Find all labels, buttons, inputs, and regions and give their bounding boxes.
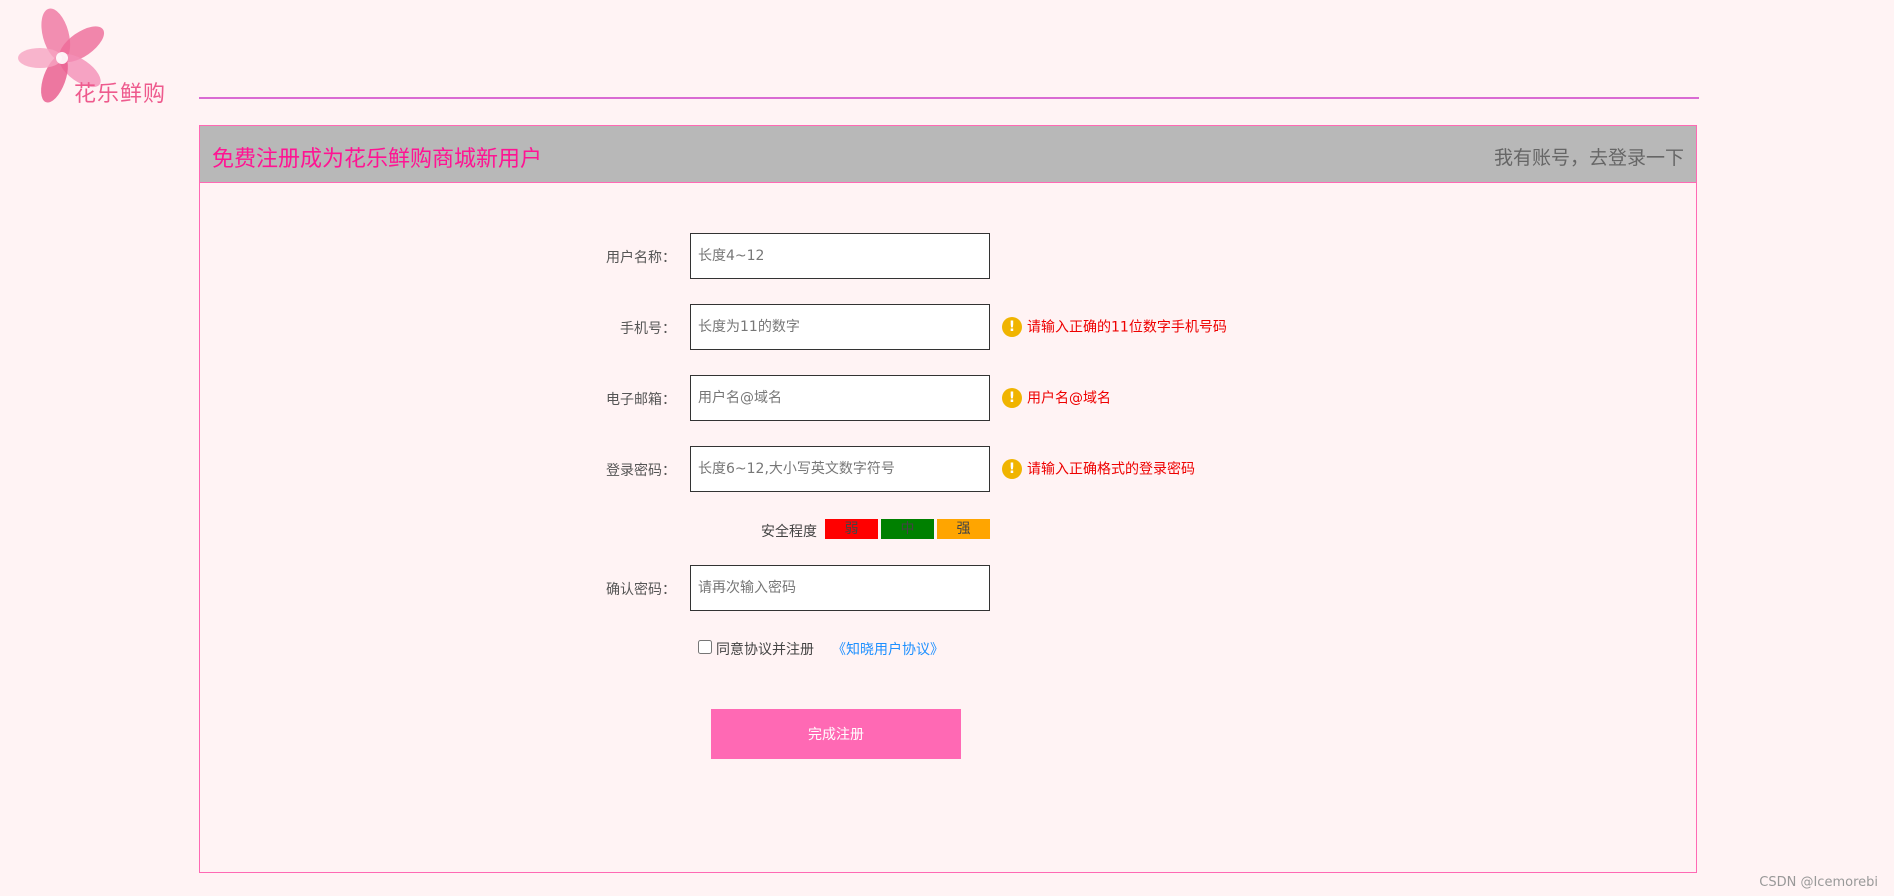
- header-divider: [199, 97, 1699, 99]
- phone-hint: ! 请输入正确的11位数字手机号码: [1002, 316, 1227, 337]
- strength-medium: 中: [881, 519, 934, 539]
- phone-input[interactable]: [690, 304, 990, 350]
- agree-text: 同意协议并注册: [716, 642, 814, 658]
- password-label: 登录密码：: [606, 463, 676, 479]
- warning-icon: !: [1002, 316, 1022, 337]
- username-row: 用户名称：: [200, 233, 1696, 279]
- email-label: 电子邮箱：: [606, 392, 676, 408]
- warning-icon: !: [1002, 387, 1022, 408]
- confirm-row: 确认密码：: [200, 565, 1696, 611]
- phone-hint-text: 请输入正确的11位数字手机号码: [1027, 319, 1227, 336]
- email-row: 电子邮箱： ! 用户名@域名: [200, 375, 1696, 421]
- login-link[interactable]: 我有账号，去登录一下: [1494, 143, 1684, 170]
- agreement-row: 同意协议并注册 《知晓用户协议》: [200, 637, 1696, 661]
- user-agreement-link[interactable]: 《知晓用户协议》: [832, 639, 944, 659]
- confirm-label: 确认密码：: [606, 582, 676, 598]
- strength-strong: 强: [937, 519, 990, 539]
- confirm-password-input[interactable]: [690, 565, 990, 611]
- password-hint: ! 请输入正确格式的登录密码: [1002, 458, 1195, 479]
- email-input[interactable]: [690, 375, 990, 421]
- register-panel: 免费注册成为花乐鲜购商城新用户 我有账号，去登录一下 用户名称： 手机号： ! 请…: [199, 125, 1697, 873]
- password-hint-text: 请输入正确格式的登录密码: [1027, 461, 1195, 478]
- strength-label: 安全程度: [761, 524, 817, 540]
- email-hint-text: 用户名@域名: [1027, 390, 1111, 407]
- email-hint: ! 用户名@域名: [1002, 387, 1111, 408]
- password-row: 登录密码： ! 请输入正确格式的登录密码: [200, 446, 1696, 492]
- phone-label: 手机号：: [620, 321, 676, 337]
- username-label: 用户名称：: [606, 250, 676, 266]
- logo: 花乐鲜购: [0, 6, 190, 118]
- panel-header: 免费注册成为花乐鲜购商城新用户 我有账号，去登录一下: [200, 126, 1696, 183]
- submit-button[interactable]: 完成注册: [711, 709, 961, 759]
- phone-row: 手机号： ! 请输入正确的11位数字手机号码: [200, 304, 1696, 350]
- password-input[interactable]: [690, 446, 990, 492]
- logo-text: 花乐鲜购: [74, 82, 167, 107]
- password-strength-meter: 安全程度 弱 中 强: [200, 519, 1696, 543]
- agree-checkbox[interactable]: [698, 640, 712, 654]
- page-title: 免费注册成为花乐鲜购商城新用户: [212, 147, 543, 172]
- username-input[interactable]: [690, 233, 990, 279]
- watermark: CSDN @Icemorebi: [1759, 875, 1878, 890]
- strength-weak: 弱: [825, 519, 878, 539]
- warning-icon: !: [1002, 458, 1022, 479]
